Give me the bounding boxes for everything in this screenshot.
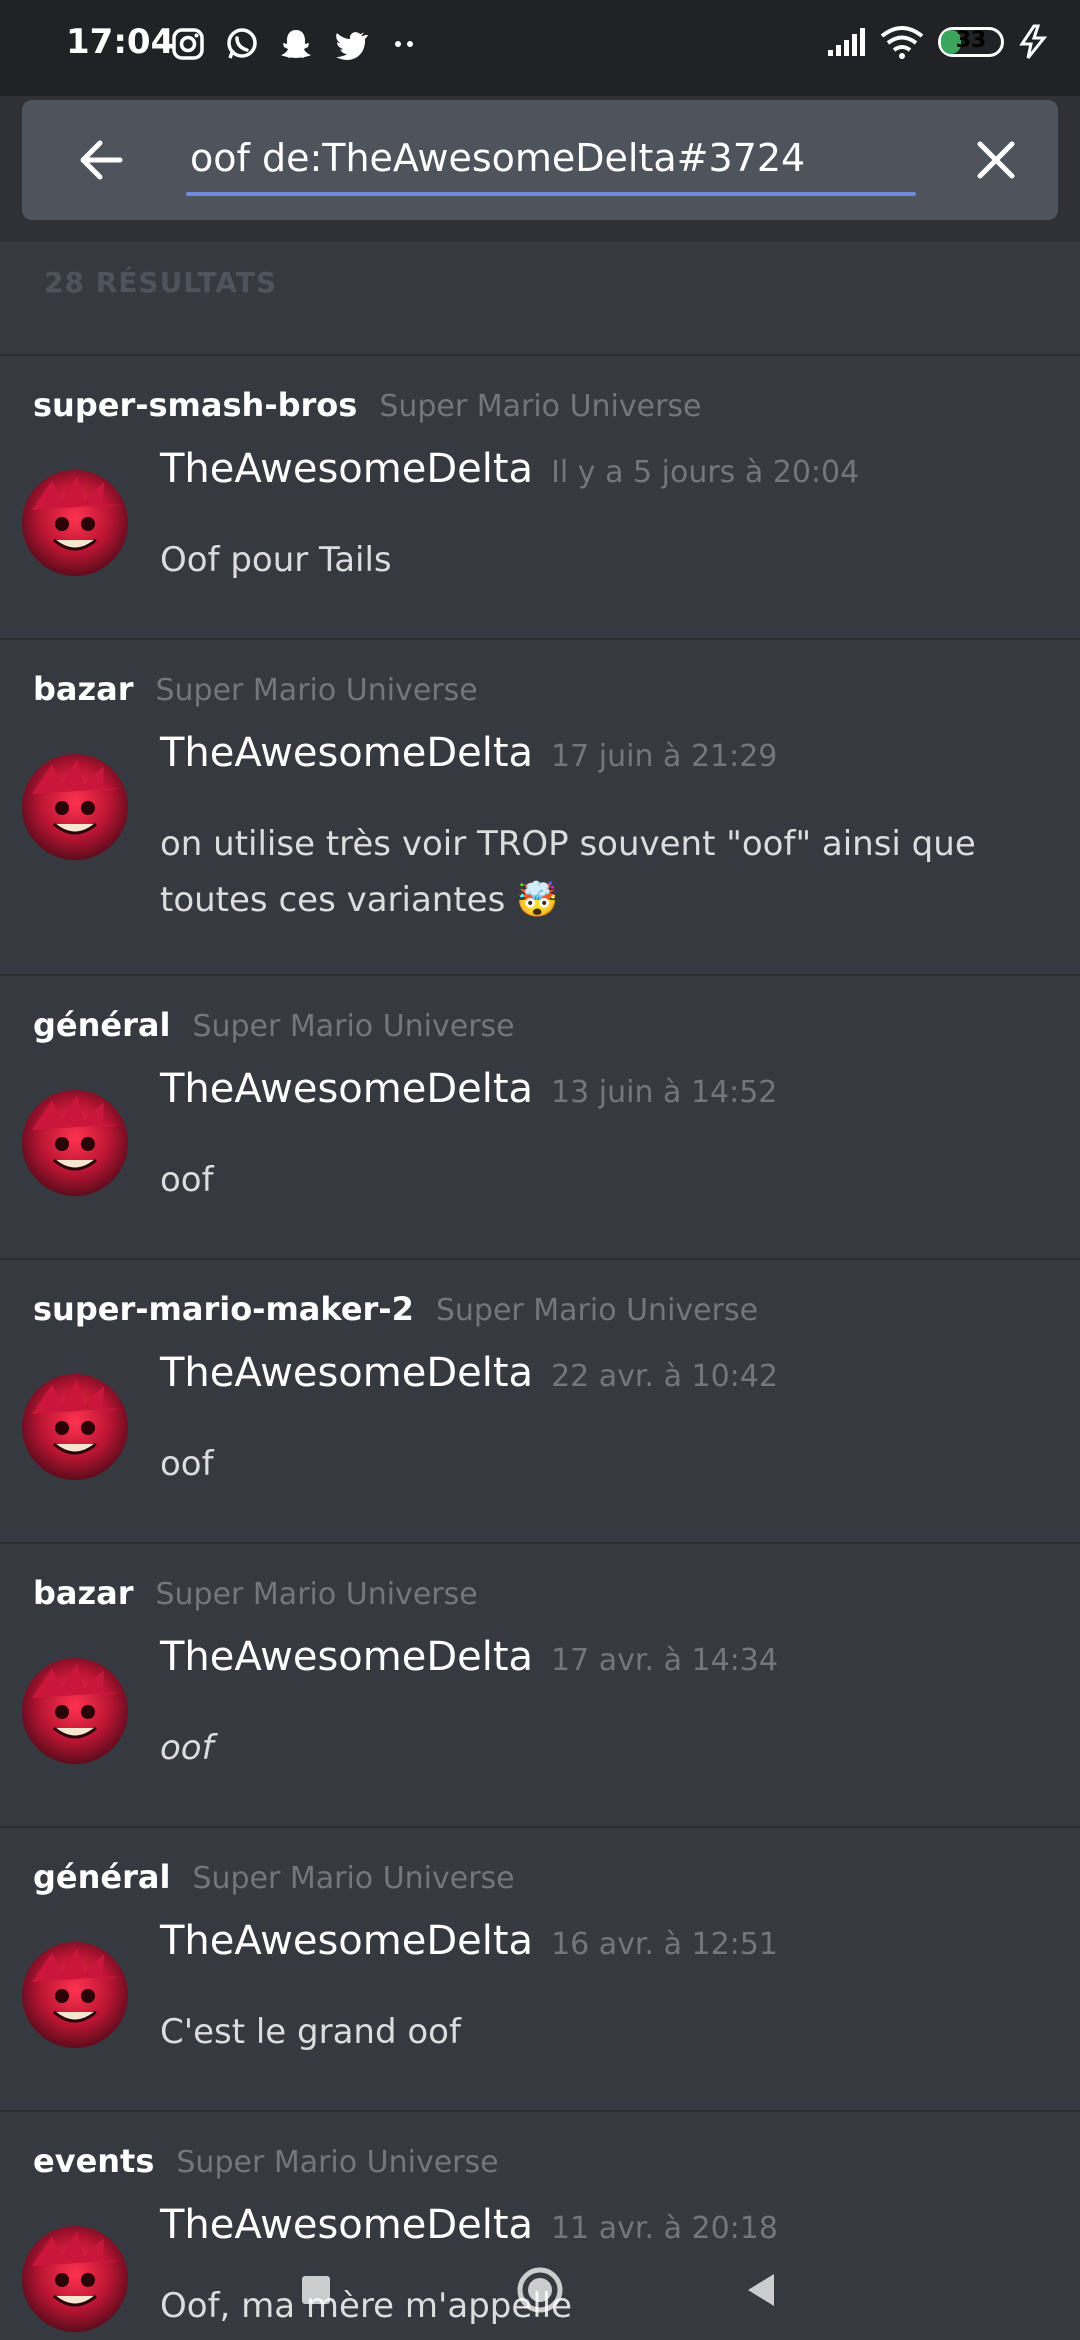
message-content: oof: [160, 1728, 214, 1768]
search-result-item[interactable]: général Super Mario Universe TheAwesomeD…: [0, 1828, 1080, 2112]
author-name[interactable]: TheAwesomeDelta: [160, 1634, 533, 1680]
close-icon[interactable]: [966, 130, 1026, 190]
result-channel-row: bazar Super Mario Universe: [33, 670, 478, 708]
message-content: C'est le grand oof: [160, 2012, 461, 2052]
result-channel-row: général Super Mario Universe: [33, 1006, 515, 1044]
result-channel-row: super-mario-maker-2 Super Mario Universe: [33, 1290, 758, 1328]
server-name: Super Mario Universe: [379, 389, 702, 424]
server-name: Super Mario Universe: [155, 1577, 478, 1612]
channel-name: super-mario-maker-2: [33, 1290, 414, 1328]
channel-name: général: [33, 1858, 171, 1896]
battery-level: 33: [955, 28, 987, 53]
author-name[interactable]: TheAwesomeDelta: [160, 1918, 533, 1964]
search-result-item[interactable]: général Super Mario Universe TheAwesomeD…: [0, 976, 1080, 1260]
search-input[interactable]: [186, 128, 918, 188]
message-content: oof: [160, 1444, 214, 1484]
system-status: 33: [826, 24, 1048, 60]
server-name: Super Mario Universe: [155, 673, 478, 708]
avatar[interactable]: [22, 754, 128, 860]
author-name[interactable]: TheAwesomeDelta: [160, 1350, 533, 1396]
channel-name: bazar: [33, 670, 134, 708]
author-name[interactable]: TheAwesomeDelta: [160, 446, 533, 492]
avatar[interactable]: [22, 1090, 128, 1196]
message-timestamp: 22 avr. à 10:42: [551, 1359, 778, 1394]
channel-name: events: [33, 2142, 155, 2180]
more-dots-icon: [395, 41, 413, 47]
result-channel-row: events Super Mario Universe: [33, 2142, 499, 2180]
results-count: 28 RÉSULTATS: [44, 266, 278, 299]
search-input-underline: [186, 192, 916, 196]
channel-name: super-smash-bros: [33, 386, 358, 424]
result-channel-row: super-smash-bros Super Mario Universe: [33, 386, 702, 424]
server-name: Super Mario Universe: [435, 1293, 759, 1328]
channel-name: bazar: [33, 1574, 134, 1612]
back-icon[interactable]: [734, 2262, 790, 2318]
avatar-image: [32, 476, 122, 551]
message-content: oof: [160, 1160, 214, 1200]
message-header: TheAwesomeDelta 17 avr. à 14:34: [160, 1634, 778, 1680]
message-timestamp: 17 avr. à 14:34: [551, 1643, 778, 1678]
message-timestamp: 17 juin à 21:29: [551, 739, 778, 774]
instagram-icon: [172, 28, 204, 60]
snapchat-icon: [281, 30, 311, 58]
message-header: TheAwesomeDelta 17 juin à 21:29: [160, 730, 777, 776]
status-bar: 17:04 33: [0, 0, 1080, 96]
channel-name: général: [33, 1006, 171, 1044]
recent-apps-icon[interactable]: [288, 2262, 344, 2318]
message-header: TheAwesomeDelta 16 avr. à 12:51: [160, 1918, 778, 1964]
message-header: TheAwesomeDelta Il y a 5 jours à 20:04: [160, 446, 859, 492]
back-arrow-icon[interactable]: [72, 130, 132, 190]
avatar[interactable]: [22, 1374, 128, 1480]
avatar-image: [32, 1664, 122, 1739]
message-timestamp: 16 avr. à 12:51: [551, 1927, 778, 1962]
avatar[interactable]: [22, 1942, 128, 2048]
avatar[interactable]: [22, 1658, 128, 1764]
result-channel-row: général Super Mario Universe: [33, 1858, 515, 1896]
author-name[interactable]: TheAwesomeDelta: [160, 730, 533, 776]
system-navigation-bar: [0, 2240, 1080, 2340]
signal-icon: [828, 28, 865, 56]
twitter-icon: [336, 32, 368, 60]
battery-indicator: 33: [938, 27, 1004, 57]
search-result-item[interactable]: super-mario-maker-2 Super Mario Universe…: [0, 1260, 1080, 1544]
search-result-item[interactable]: bazar Super Mario Universe TheAwesomeDel…: [0, 1544, 1080, 1828]
server-name: Super Mario Universe: [192, 1861, 515, 1896]
message-header: TheAwesomeDelta 22 avr. à 10:42: [160, 1350, 778, 1396]
message-header: TheAwesomeDelta 13 juin à 14:52: [160, 1066, 777, 1112]
whatsapp-icon: [227, 28, 257, 59]
avatar-image: [32, 1948, 122, 2023]
avatar-image: [32, 1096, 122, 1171]
message-timestamp: 13 juin à 14:52: [551, 1075, 778, 1110]
result-channel-row: bazar Super Mario Universe: [33, 1574, 478, 1612]
server-name: Super Mario Universe: [192, 1009, 515, 1044]
message-content: on utilise très voir TROP souvent "oof" …: [160, 824, 976, 920]
charging-icon: [1019, 24, 1048, 59]
wifi-icon: [880, 26, 924, 59]
search-header: [0, 96, 1080, 242]
search-bar: [22, 100, 1058, 220]
search-result-item[interactable]: super-smash-bros Super Mario Universe Th…: [0, 356, 1080, 640]
message-timestamp: Il y a 5 jours à 20:04: [551, 455, 860, 490]
home-icon[interactable]: [512, 2262, 568, 2318]
notification-icons: [170, 26, 422, 62]
message-content: Oof pour Tails: [160, 540, 392, 580]
server-name: Super Mario Universe: [176, 2145, 499, 2180]
avatar[interactable]: [22, 470, 128, 576]
status-time: 17:04: [66, 22, 175, 62]
avatar-image: [32, 1380, 122, 1455]
author-name[interactable]: TheAwesomeDelta: [160, 1066, 533, 1112]
search-result-item[interactable]: bazar Super Mario Universe TheAwesomeDel…: [0, 640, 1080, 976]
avatar-image: [32, 760, 122, 835]
